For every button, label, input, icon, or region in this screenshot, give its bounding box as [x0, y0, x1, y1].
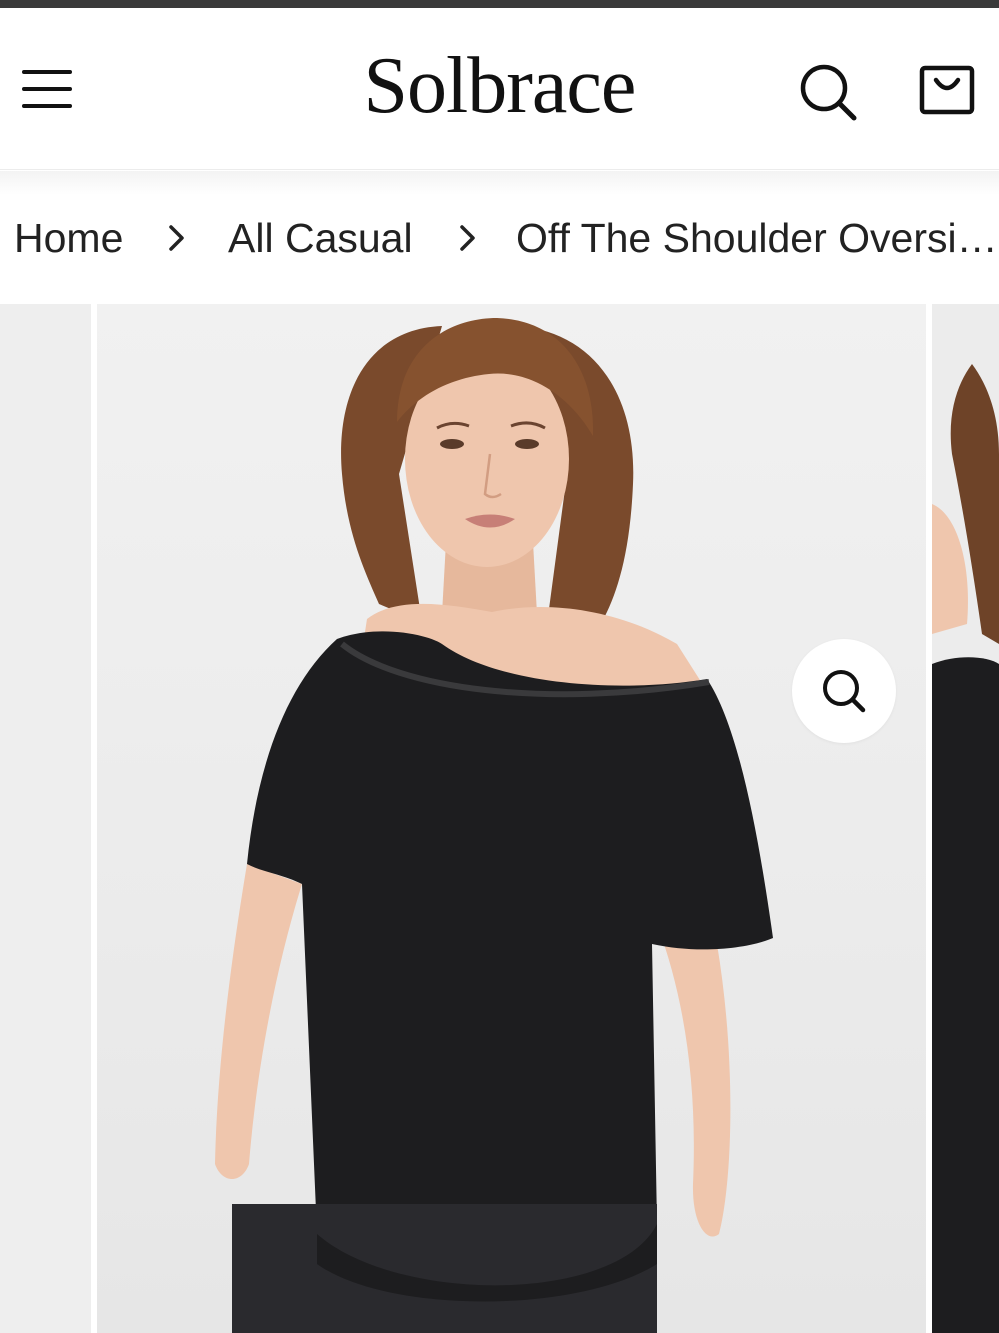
previous-product-image[interactable] — [0, 304, 91, 1333]
product-photo — [215, 318, 773, 1333]
search-button[interactable] — [798, 62, 858, 122]
search-icon — [800, 64, 857, 121]
zoom-icon — [823, 670, 866, 713]
next-product-image[interactable] — [932, 304, 999, 1333]
chevron-right-icon — [460, 225, 475, 251]
breadcrumb-current-page: Off The Shoulder Oversi… — [516, 216, 998, 261]
next-product-photo — [932, 364, 999, 1333]
shopping-bag-icon — [919, 65, 975, 115]
status-strip — [0, 0, 999, 8]
zoom-button[interactable] — [792, 639, 896, 743]
product-image-gallery[interactable] — [0, 304, 999, 1333]
breadcrumb-home-link[interactable]: Home — [14, 215, 123, 261]
breadcrumb-category-link[interactable]: All Casual — [228, 215, 413, 261]
main-product-image[interactable] — [97, 304, 926, 1333]
breadcrumb: Home All Casual Off The Shoulder Oversi… — [0, 171, 999, 304]
chevron-right-icon — [169, 225, 184, 251]
cart-button[interactable] — [918, 64, 976, 116]
site-header: Solbrace — [0, 8, 999, 170]
